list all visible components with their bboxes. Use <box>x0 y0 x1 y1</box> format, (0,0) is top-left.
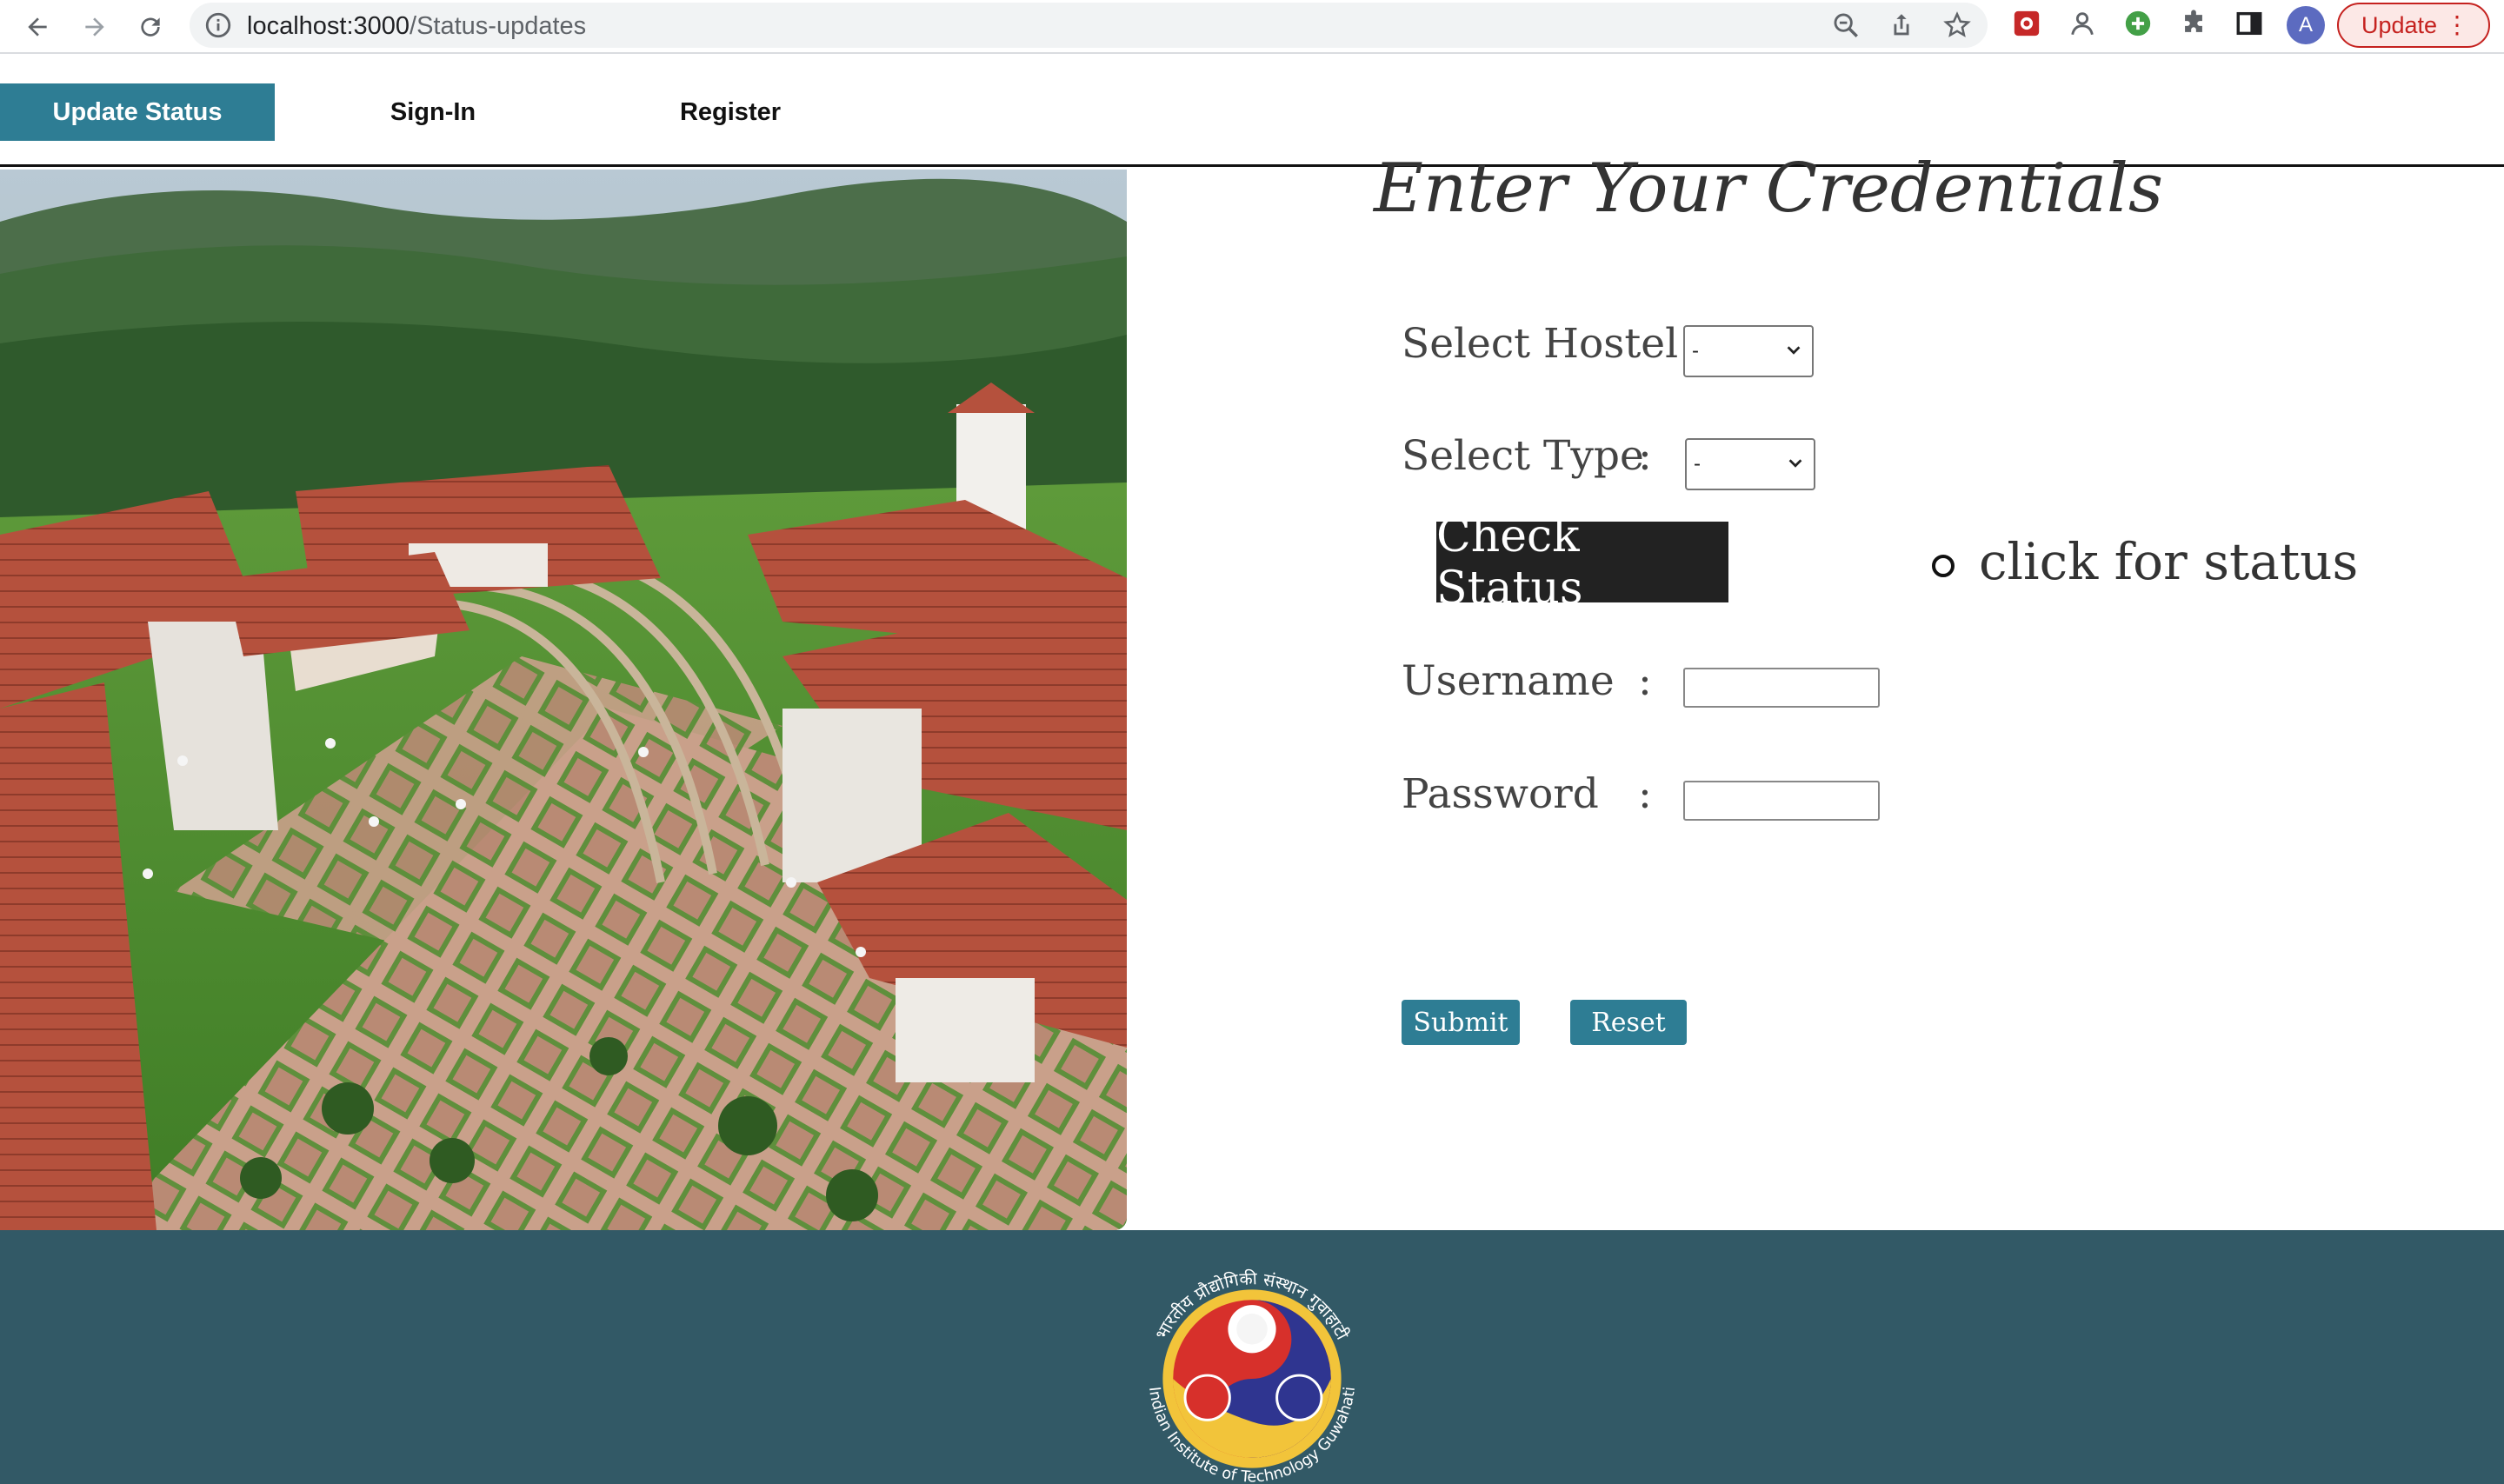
url-text[interactable]: localhost:3000/Status-updates <box>247 12 586 41</box>
status-radio-label: click for status <box>1979 532 2359 591</box>
hostel-select[interactable]: - <box>1683 325 1814 377</box>
address-bar[interactable]: localhost:3000/Status-updates <box>190 3 1988 48</box>
extension-icon[interactable] <box>2068 9 2097 38</box>
browser-toolbar: localhost:3000/Status-updates A Update ⋮ <box>0 0 2504 54</box>
nav-register[interactable]: Register <box>643 83 817 141</box>
username-colon: : <box>1638 657 1652 705</box>
reload-icon[interactable] <box>130 7 170 47</box>
nav-update-status[interactable]: Update Status <box>0 83 275 141</box>
profile-avatar[interactable]: A <box>2287 6 2325 44</box>
chevron-down-icon <box>1787 346 1801 355</box>
submit-button[interactable]: Submit <box>1402 1000 1520 1045</box>
extension-icon[interactable] <box>2012 9 2041 38</box>
kebab-menu-icon[interactable]: ⋮ <box>2445 13 2469 37</box>
password-colon: : <box>1638 770 1652 818</box>
username-input[interactable] <box>1683 668 1880 708</box>
zoom-icon[interactable] <box>1831 10 1861 40</box>
type-label: Select Type <box>1402 432 1644 480</box>
back-icon[interactable] <box>17 7 57 47</box>
extension-icon[interactable] <box>2123 9 2153 38</box>
status-radio[interactable] <box>1932 555 1955 577</box>
password-label: Password <box>1402 770 1599 818</box>
username-label: Username <box>1402 657 1615 705</box>
bookmark-star-icon[interactable] <box>1942 10 1972 40</box>
iitg-logo: भारतीय प्रौद्योगिकी संस्थान गुवाहाटी Ind… <box>1145 1268 1359 1484</box>
chevron-down-icon <box>1788 459 1802 468</box>
password-input[interactable] <box>1683 781 1880 821</box>
info-icon[interactable] <box>203 10 233 40</box>
type-select[interactable]: - <box>1685 438 1815 490</box>
nav-sign-in[interactable]: Sign-In <box>348 83 518 141</box>
forward-icon[interactable] <box>75 7 115 47</box>
campus-photo <box>0 170 1127 1230</box>
type-colon: : <box>1638 432 1652 480</box>
form-title: Enter Your Credentials <box>1374 150 2163 228</box>
side-panel-icon[interactable] <box>2234 9 2264 38</box>
share-icon[interactable] <box>1887 10 1916 40</box>
browser-update-button[interactable]: Update ⋮ <box>2337 3 2490 48</box>
puzzle-icon[interactable] <box>2179 9 2208 38</box>
hostel-label: Select Hostel : <box>1402 320 1705 368</box>
reset-button[interactable]: Reset <box>1570 1000 1687 1045</box>
check-status-button[interactable]: Check Status <box>1436 510 1728 615</box>
